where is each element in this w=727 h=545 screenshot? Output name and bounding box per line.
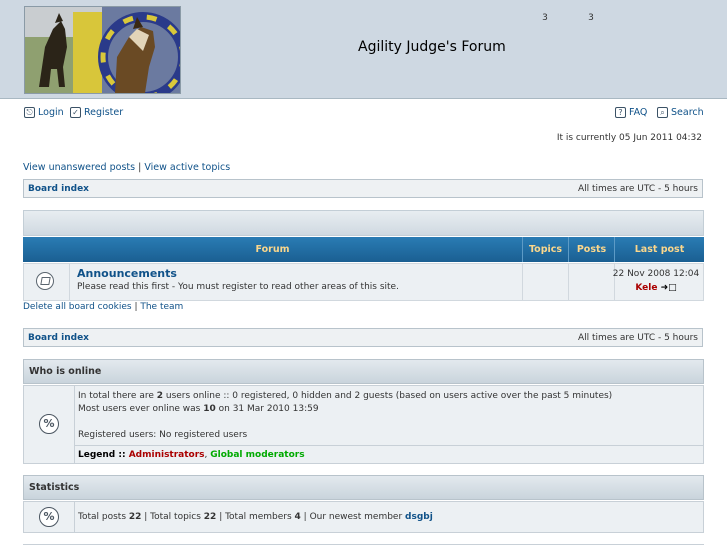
forum-table-caption: [23, 210, 704, 236]
online-record: Most users ever online was 10 on 31 Mar …: [78, 404, 319, 414]
cell-divider: [568, 264, 569, 300]
last-post-info: Kele ➜□: [608, 283, 704, 293]
record-count: 10: [203, 404, 216, 414]
legend-label: Legend ::: [78, 450, 129, 460]
view-latest-post-icon[interactable]: ➜□: [661, 283, 677, 293]
posts-label: Total posts: [78, 512, 129, 522]
statistics-title: Statistics: [29, 482, 80, 493]
who-is-online-header: Who is online: [23, 359, 704, 384]
delete-cookies-link[interactable]: Delete all board cookies: [23, 302, 132, 312]
board-index-link[interactable]: Board index: [28, 333, 89, 343]
separator: |: [134, 302, 138, 312]
header-posts: Posts: [568, 237, 614, 262]
timezone-label: All times are UTC - 5 hours: [577, 333, 698, 343]
online-summary: In total there are 2 users online :: 0 r…: [78, 391, 612, 401]
register-icon: ✓: [70, 107, 81, 118]
faq-link[interactable]: ? FAQ: [615, 107, 647, 118]
view-unanswered-link[interactable]: View unanswered posts: [23, 162, 135, 173]
separator: |: [138, 162, 142, 173]
the-team-link[interactable]: The team: [140, 302, 183, 312]
panel-icon-cell: %: [24, 386, 75, 463]
current-time: It is currently 05 Jun 2011 04:32: [556, 133, 702, 143]
forum-description: Please read this first - You must regist…: [77, 282, 399, 292]
online-prefix: In total there are: [78, 391, 157, 401]
site-header: Agility Judge's Forum: [0, 0, 727, 99]
faq-icon: ?: [615, 107, 626, 118]
legend-global-moderators-link[interactable]: Global moderators: [210, 450, 304, 460]
who-is-online-body: % In total there are 2 users online :: 0…: [23, 385, 704, 464]
breadcrumb-top: Board index All times are UTC - 5 hours: [23, 179, 703, 198]
statistics-body: % Total posts 22 | Total topics 22 | Tot…: [23, 501, 704, 533]
record-prefix: Most users ever online was: [78, 404, 204, 414]
legend-administrators-link[interactable]: Administrators: [129, 450, 205, 460]
who-is-online-title: Who is online: [29, 366, 102, 377]
total-posts: 22: [128, 512, 142, 522]
forum-link-announcements[interactable]: Announcements: [77, 267, 177, 280]
register-label: Register: [84, 107, 124, 118]
posts-count: 3: [588, 13, 594, 23]
site-title: Agility Judge's Forum: [358, 39, 506, 55]
quick-links: View unanswered posts | View active topi…: [23, 162, 230, 173]
online-suffix: users online :: 0 registered, 0 hidden a…: [163, 391, 613, 401]
login-label: Login: [38, 107, 64, 118]
last-post-date: 22 Nov 2008 12:04: [612, 269, 700, 279]
header-forum: Forum: [255, 244, 290, 255]
breadcrumb-bottom: Board index All times are UTC - 5 hours: [23, 328, 703, 347]
timezone-label: All times are UTC - 5 hours: [577, 184, 698, 194]
legend: Legend :: Administrators, Global moderat…: [78, 450, 305, 460]
header-topics: Topics: [522, 237, 568, 262]
record-suffix: on 31 Mar 2010 13:59: [215, 404, 319, 414]
site-logo[interactable]: [24, 6, 181, 94]
search-icon: ⌕: [657, 107, 668, 118]
topics-count: 3: [542, 13, 548, 23]
login-icon: ⎋: [24, 107, 35, 118]
panel-icon-cell: %: [24, 502, 75, 532]
newest-member-link[interactable]: dsgbj: [405, 512, 433, 522]
newest-label: | Our newest member: [300, 512, 406, 522]
cell-divider: [69, 264, 70, 300]
total-topics: 22: [203, 512, 217, 522]
login-link[interactable]: ⎋ Login: [24, 107, 64, 118]
board-index-link[interactable]: Board index: [28, 184, 89, 194]
legend-row: Legend :: Administrators, Global moderat…: [74, 445, 704, 464]
search-link[interactable]: ⌕ Search: [657, 107, 704, 118]
register-link[interactable]: ✓ Register: [70, 107, 123, 118]
header-last-post: Last post: [614, 237, 704, 262]
search-label: Search: [671, 107, 704, 118]
logo-image: [25, 7, 180, 93]
topics-label: | Total topics: [141, 512, 204, 522]
statistics-header: Statistics: [23, 475, 704, 500]
registered-users: Registered users: No registered users: [78, 430, 248, 440]
forum-table-header: Forum Topics Posts Last post: [23, 237, 704, 262]
cell-divider: [522, 264, 523, 300]
members-label: | Total members: [216, 512, 295, 522]
footer-links: Delete all board cookies | The team: [23, 302, 183, 312]
statistics-text: Total posts 22 | Total topics 22 | Total…: [78, 512, 433, 522]
statistics-icon: %: [39, 507, 59, 527]
faq-label: FAQ: [629, 107, 648, 118]
whois-online-icon: %: [39, 414, 59, 434]
forum-read-icon: [36, 272, 54, 290]
last-post-author-link[interactable]: Kele: [635, 283, 657, 293]
view-active-link[interactable]: View active topics: [144, 162, 230, 173]
